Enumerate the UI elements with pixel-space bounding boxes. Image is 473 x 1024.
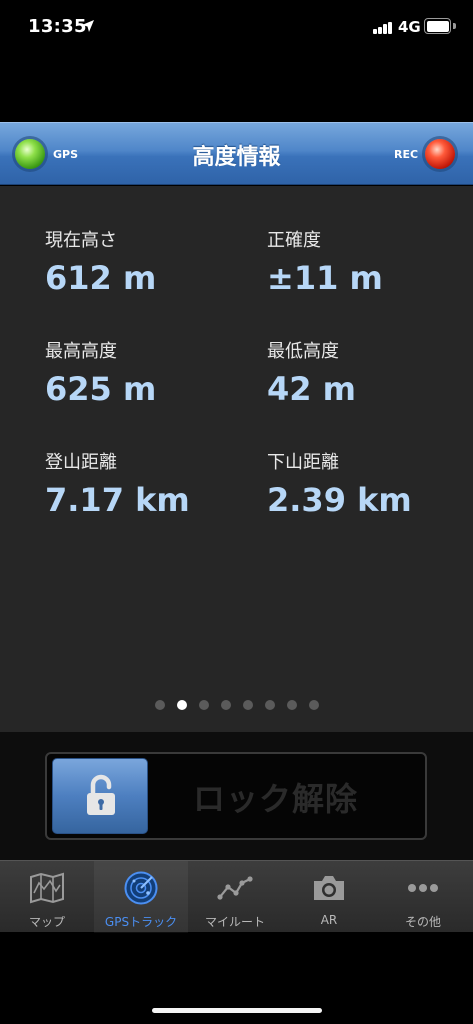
current-altitude: 現在高さ 612 m — [45, 226, 156, 297]
altitude-info-panel[interactable]: 現在高さ 612 m 正確度 ±11 m 最高高度 625 m 最低高度 42 … — [0, 186, 473, 732]
rec-status-led-icon — [425, 139, 455, 169]
status-bar: 13:35 4G — [0, 0, 473, 56]
page-dot[interactable] — [242, 700, 253, 710]
battery-icon — [424, 18, 451, 34]
tab-bar: マップ GPSトラック マイルート AR その他 — [0, 860, 473, 933]
min-altitude-label: 最低高度 — [267, 341, 339, 362]
route-icon — [217, 876, 253, 900]
status-time: 13:35 — [28, 16, 87, 37]
page-indicator[interactable] — [0, 700, 473, 710]
accuracy-label: 正確度 — [267, 230, 321, 251]
gps-label: GPS — [53, 148, 79, 161]
unlock-label: ロック解除 — [193, 780, 359, 818]
min-altitude: 最低高度 42 m — [267, 337, 356, 408]
tab-my-route[interactable]: マイルート — [188, 861, 282, 933]
page-dot[interactable] — [176, 700, 187, 710]
home-indicator[interactable] — [152, 1008, 322, 1013]
page-dot[interactable] — [220, 700, 231, 710]
network-type: 4G — [398, 18, 421, 36]
tab-map[interactable]: マップ — [0, 861, 94, 933]
radar-icon — [124, 871, 158, 905]
max-altitude: 最高高度 625 m — [45, 337, 156, 408]
unlock-slider[interactable]: ロック解除 — [45, 752, 427, 840]
page-dot[interactable] — [308, 700, 319, 710]
page-dot[interactable] — [264, 700, 275, 710]
accuracy-value: ±11 m — [267, 259, 383, 297]
accuracy: 正確度 ±11 m — [267, 226, 383, 297]
tab-ar[interactable]: AR — [282, 861, 376, 933]
map-icon — [30, 872, 64, 904]
page-dot[interactable] — [154, 700, 165, 710]
page-dot[interactable] — [286, 700, 297, 710]
current-altitude-label: 現在高さ — [45, 230, 117, 251]
unlock-slider-knob[interactable] — [52, 758, 148, 834]
max-altitude-value: 625 m — [45, 370, 157, 408]
descent-distance-value: 2.39 km — [267, 481, 412, 519]
max-altitude-label: 最高高度 — [45, 341, 117, 362]
lock-area: ロック解除 — [0, 732, 473, 860]
battery-nub — [453, 23, 456, 29]
min-altitude-value: 42 m — [267, 370, 357, 408]
ascent-distance: 登山距離 7.17 km — [45, 448, 190, 519]
tab-more[interactable]: その他 — [376, 861, 470, 933]
descent-distance-label: 下山距離 — [267, 452, 339, 473]
rec-label: REC — [394, 148, 419, 161]
ascent-distance-label: 登山距離 — [45, 452, 117, 473]
location-arrow-icon — [82, 20, 94, 32]
padlock-open-icon — [87, 774, 115, 815]
ascent-distance-value: 7.17 km — [45, 481, 190, 519]
tab-gps-track[interactable]: GPSトラック — [94, 861, 188, 933]
more-icon — [408, 884, 438, 892]
tab-more-label: その他 — [404, 915, 441, 929]
current-altitude-value: 612 m — [45, 259, 157, 297]
page-dot[interactable] — [198, 700, 209, 710]
descent-distance: 下山距離 2.39 km — [267, 448, 412, 519]
camera-icon — [314, 876, 344, 900]
signal-icon — [373, 21, 393, 34]
